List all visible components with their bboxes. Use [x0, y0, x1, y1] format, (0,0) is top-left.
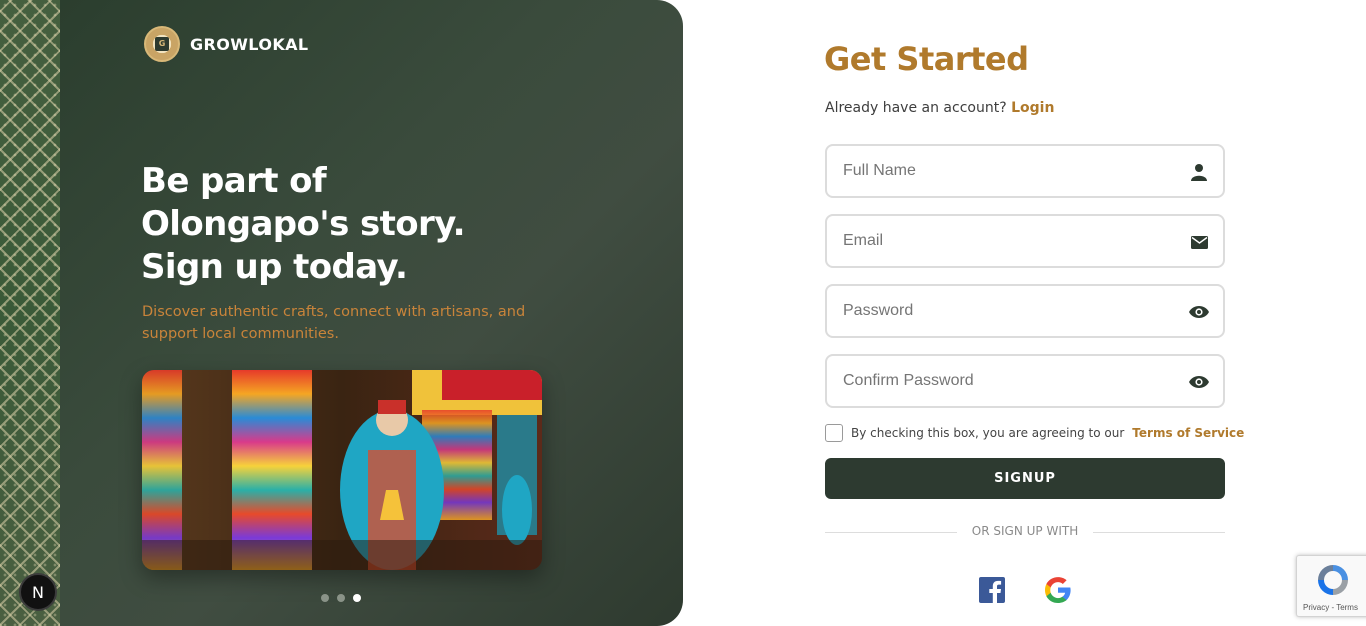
dev-tools-badge[interactable]: N — [19, 573, 57, 611]
eye-icon[interactable] — [1189, 302, 1209, 322]
brand[interactable]: G GROWLOKAL — [144, 26, 309, 62]
terms-checkbox[interactable] — [825, 424, 843, 442]
terms-row: By checking this box, you are agreeing t… — [825, 424, 1244, 442]
carousel-image — [142, 370, 542, 570]
carousel-dot-active[interactable] — [353, 594, 361, 602]
email-input[interactable] — [843, 216, 1173, 266]
eye-icon[interactable] — [1189, 372, 1209, 392]
hero-subtext: Discover authentic crafts, connect with … — [142, 304, 526, 342]
password-field[interactable] — [825, 284, 1225, 338]
brand-name: GROWLOKAL — [190, 34, 309, 54]
headline-line-1: Be part of — [141, 161, 327, 201]
carousel-dot[interactable] — [321, 594, 329, 602]
recaptcha-badge[interactable]: Privacy - Terms — [1296, 555, 1366, 617]
user-icon — [1189, 162, 1209, 182]
carousel-dots — [321, 594, 361, 602]
confirm-password-input[interactable] — [843, 356, 1173, 406]
hero-headline: Be part of Olongapo's story. Sign up tod… — [141, 160, 541, 289]
full-name-field[interactable] — [825, 144, 1225, 198]
recaptcha-icon — [1315, 562, 1351, 602]
google-icon[interactable] — [1044, 576, 1072, 604]
shopping-bag-icon: G — [155, 37, 169, 51]
divider-label: OR SIGN UP WITH — [971, 524, 1079, 538]
full-name-input[interactable] — [843, 146, 1173, 196]
password-input[interactable] — [843, 286, 1173, 336]
brand-logo: G — [144, 26, 180, 62]
textile-shop-illustration — [142, 370, 542, 570]
headline-line-2: Olongapo's story. — [141, 204, 466, 244]
divider-line-right — [1093, 532, 1225, 533]
signup-button[interactable]: SIGNUP — [825, 458, 1225, 499]
social-divider: OR SIGN UP WITH — [825, 524, 1225, 540]
carousel-dot[interactable] — [337, 594, 345, 602]
email-field[interactable] — [825, 214, 1225, 268]
login-prompt: Already have an account? — [825, 100, 1007, 116]
decorative-pattern-strip — [0, 0, 60, 626]
headline-line-3: Sign up today. — [141, 247, 408, 287]
login-prompt-line: Already have an account? Login — [825, 100, 1054, 116]
envelope-icon — [1189, 232, 1209, 252]
confirm-password-field[interactable] — [825, 354, 1225, 408]
login-link[interactable]: Login — [1011, 100, 1054, 116]
hero-panel: G GROWLOKAL Be part of Olongapo's story.… — [60, 0, 683, 626]
terms-text: By checking this box, you are agreeing t… — [851, 426, 1125, 440]
form-title: Get Started — [824, 40, 1029, 78]
facebook-icon[interactable] — [978, 576, 1006, 604]
recaptcha-text[interactable]: Privacy - Terms — [1303, 603, 1358, 612]
terms-of-service-link[interactable]: Terms of Service — [1132, 426, 1244, 440]
